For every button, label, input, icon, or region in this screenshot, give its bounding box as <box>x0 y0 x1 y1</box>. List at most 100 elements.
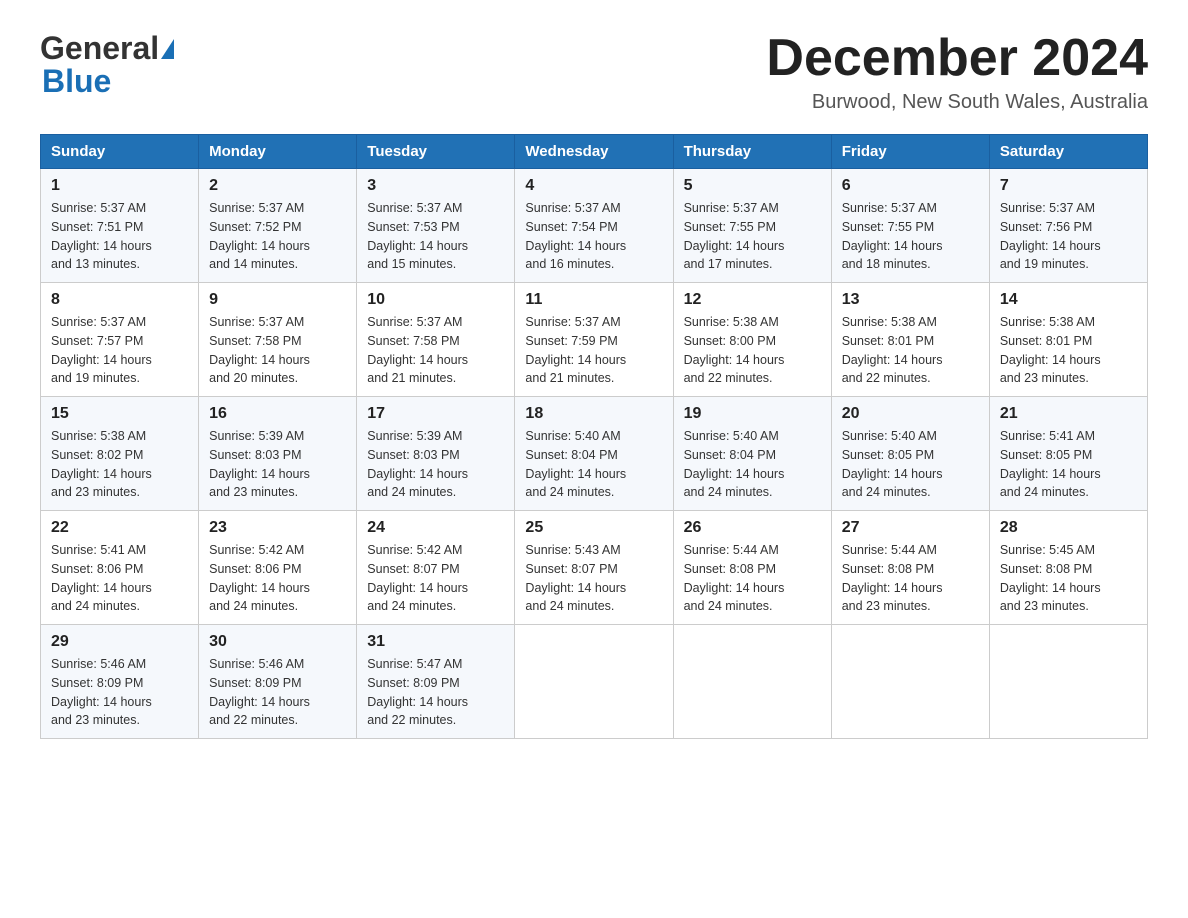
calendar-cell: 14 Sunrise: 5:38 AMSunset: 8:01 PMDayligh… <box>989 283 1147 397</box>
day-number: 5 <box>684 177 821 195</box>
day-info: Sunrise: 5:37 AMSunset: 7:56 PMDaylight:… <box>1000 199 1137 274</box>
day-number: 14 <box>1000 291 1137 309</box>
calendar-table: SundayMondayTuesdayWednesdayThursdayFrid… <box>40 134 1148 739</box>
calendar-cell: 22Sunrise: 5:41 AMSunset: 8:06 PMDayligh… <box>41 511 199 625</box>
day-number: 27 <box>842 519 979 537</box>
calendar-cell: 12 Sunrise: 5:38 AMSunset: 8:00 PMDayligh… <box>673 283 831 397</box>
calendar-week-row: 1 Sunrise: 5:37 AMSunset: 7:51 PMDaylight… <box>41 169 1148 283</box>
day-info: Sunrise: 5:38 AMSunset: 8:01 PMDaylight:… <box>842 313 979 388</box>
day-number: 10 <box>367 291 504 309</box>
calendar-cell: 24 Sunrise: 5:42 AMSunset: 8:07 PMDayligh… <box>357 511 515 625</box>
day-info: Sunrise: 5:37 AMSunset: 7:58 PMDaylight:… <box>367 313 504 388</box>
day-number: 16 <box>209 405 346 423</box>
day-info: Sunrise: 5:39 AMSunset: 8:03 PMDaylight:… <box>367 427 504 502</box>
calendar-cell: 10 Sunrise: 5:37 AMSunset: 7:58 PMDayligh… <box>357 283 515 397</box>
calendar-cell <box>989 625 1147 739</box>
page-header: General Blue December 2024 Burwood, New … <box>40 30 1148 114</box>
day-number: 15 <box>51 405 188 423</box>
calendar-header-row: SundayMondayTuesdayWednesdayThursdayFrid… <box>41 135 1148 169</box>
day-number: 21 <box>1000 405 1137 423</box>
calendar-week-row: 15Sunrise: 5:38 AMSunset: 8:02 PMDayligh… <box>41 397 1148 511</box>
col-header-thursday: Thursday <box>673 135 831 169</box>
day-number: 30 <box>209 633 346 651</box>
day-info: Sunrise: 5:38 AMSunset: 8:00 PMDaylight:… <box>684 313 821 388</box>
day-number: 25 <box>525 519 662 537</box>
day-number: 19 <box>684 405 821 423</box>
day-info: Sunrise: 5:47 AMSunset: 8:09 PMDaylight:… <box>367 655 504 730</box>
calendar-cell: 20 Sunrise: 5:40 AMSunset: 8:05 PMDayligh… <box>831 397 989 511</box>
calendar-cell <box>673 625 831 739</box>
calendar-cell <box>515 625 673 739</box>
day-info: Sunrise: 5:45 AMSunset: 8:08 PMDaylight:… <box>1000 541 1137 616</box>
calendar-cell: 16 Sunrise: 5:39 AMSunset: 8:03 PMDayligh… <box>199 397 357 511</box>
day-info: Sunrise: 5:38 AMSunset: 8:01 PMDaylight:… <box>1000 313 1137 388</box>
calendar-cell: 15Sunrise: 5:38 AMSunset: 8:02 PMDayligh… <box>41 397 199 511</box>
day-info: Sunrise: 5:44 AMSunset: 8:08 PMDaylight:… <box>842 541 979 616</box>
col-header-wednesday: Wednesday <box>515 135 673 169</box>
calendar-cell: 11Sunrise: 5:37 AMSunset: 7:59 PMDayligh… <box>515 283 673 397</box>
col-header-tuesday: Tuesday <box>357 135 515 169</box>
day-info: Sunrise: 5:42 AMSunset: 8:06 PMDaylight:… <box>209 541 346 616</box>
calendar-cell: 30 Sunrise: 5:46 AMSunset: 8:09 PMDayligh… <box>199 625 357 739</box>
day-number: 3 <box>367 177 504 195</box>
col-header-monday: Monday <box>199 135 357 169</box>
calendar-cell: 5Sunrise: 5:37 AMSunset: 7:55 PMDaylight… <box>673 169 831 283</box>
day-number: 18 <box>525 405 662 423</box>
calendar-cell: 1 Sunrise: 5:37 AMSunset: 7:51 PMDaylight… <box>41 169 199 283</box>
day-info: Sunrise: 5:37 AMSunset: 7:58 PMDaylight:… <box>209 313 346 388</box>
calendar-week-row: 8 Sunrise: 5:37 AMSunset: 7:57 PMDaylight… <box>41 283 1148 397</box>
calendar-cell: 27 Sunrise: 5:44 AMSunset: 8:08 PMDayligh… <box>831 511 989 625</box>
day-info: Sunrise: 5:42 AMSunset: 8:07 PMDaylight:… <box>367 541 504 616</box>
title-area: December 2024 Burwood, New South Wales, … <box>766 30 1148 114</box>
day-info: Sunrise: 5:37 AMSunset: 7:53 PMDaylight:… <box>367 199 504 274</box>
calendar-cell: 29Sunrise: 5:46 AMSunset: 8:09 PMDayligh… <box>41 625 199 739</box>
month-year-title: December 2024 <box>766 30 1148 87</box>
day-number: 20 <box>842 405 979 423</box>
calendar-cell: 8 Sunrise: 5:37 AMSunset: 7:57 PMDaylight… <box>41 283 199 397</box>
calendar-cell: 28Sunrise: 5:45 AMSunset: 8:08 PMDayligh… <box>989 511 1147 625</box>
logo: General Blue <box>40 30 174 100</box>
col-header-friday: Friday <box>831 135 989 169</box>
col-header-sunday: Sunday <box>41 135 199 169</box>
day-number: 6 <box>842 177 979 195</box>
logo-arrow-icon <box>161 39 174 59</box>
calendar-cell: 21 Sunrise: 5:41 AMSunset: 8:05 PMDayligh… <box>989 397 1147 511</box>
day-info: Sunrise: 5:37 AMSunset: 7:54 PMDaylight:… <box>525 199 662 274</box>
day-number: 12 <box>684 291 821 309</box>
calendar-cell: 19 Sunrise: 5:40 AMSunset: 8:04 PMDayligh… <box>673 397 831 511</box>
day-number: 17 <box>367 405 504 423</box>
day-number: 2 <box>209 177 346 195</box>
day-info: Sunrise: 5:37 AMSunset: 7:59 PMDaylight:… <box>525 313 662 388</box>
calendar-cell: 7Sunrise: 5:37 AMSunset: 7:56 PMDaylight… <box>989 169 1147 283</box>
day-number: 13 <box>842 291 979 309</box>
day-number: 26 <box>684 519 821 537</box>
day-number: 4 <box>525 177 662 195</box>
location-subtitle: Burwood, New South Wales, Australia <box>766 91 1148 114</box>
calendar-cell: 9 Sunrise: 5:37 AMSunset: 7:58 PMDaylight… <box>199 283 357 397</box>
calendar-cell: 26 Sunrise: 5:44 AMSunset: 8:08 PMDayligh… <box>673 511 831 625</box>
calendar-cell: 2Sunrise: 5:37 AMSunset: 7:52 PMDaylight… <box>199 169 357 283</box>
calendar-cell: 25Sunrise: 5:43 AMSunset: 8:07 PMDayligh… <box>515 511 673 625</box>
day-info: Sunrise: 5:37 AMSunset: 7:51 PMDaylight:… <box>51 199 188 274</box>
day-number: 8 <box>51 291 188 309</box>
col-header-saturday: Saturday <box>989 135 1147 169</box>
day-info: Sunrise: 5:40 AMSunset: 8:04 PMDaylight:… <box>684 427 821 502</box>
day-number: 24 <box>367 519 504 537</box>
calendar-cell: 6Sunrise: 5:37 AMSunset: 7:55 PMDaylight… <box>831 169 989 283</box>
day-info: Sunrise: 5:46 AMSunset: 8:09 PMDaylight:… <box>209 655 346 730</box>
day-number: 1 <box>51 177 188 195</box>
day-info: Sunrise: 5:44 AMSunset: 8:08 PMDaylight:… <box>684 541 821 616</box>
day-info: Sunrise: 5:40 AMSunset: 8:04 PMDaylight:… <box>525 427 662 502</box>
day-number: 9 <box>209 291 346 309</box>
calendar-cell <box>831 625 989 739</box>
day-number: 23 <box>209 519 346 537</box>
logo-blue: Blue <box>40 63 111 100</box>
day-info: Sunrise: 5:37 AMSunset: 7:57 PMDaylight:… <box>51 313 188 388</box>
calendar-cell: 13 Sunrise: 5:38 AMSunset: 8:01 PMDayligh… <box>831 283 989 397</box>
day-info: Sunrise: 5:46 AMSunset: 8:09 PMDaylight:… <box>51 655 188 730</box>
day-info: Sunrise: 5:39 AMSunset: 8:03 PMDaylight:… <box>209 427 346 502</box>
calendar-cell: 31Sunrise: 5:47 AMSunset: 8:09 PMDayligh… <box>357 625 515 739</box>
day-info: Sunrise: 5:40 AMSunset: 8:05 PMDaylight:… <box>842 427 979 502</box>
day-info: Sunrise: 5:41 AMSunset: 8:05 PMDaylight:… <box>1000 427 1137 502</box>
calendar-cell: 4 Sunrise: 5:37 AMSunset: 7:54 PMDaylight… <box>515 169 673 283</box>
